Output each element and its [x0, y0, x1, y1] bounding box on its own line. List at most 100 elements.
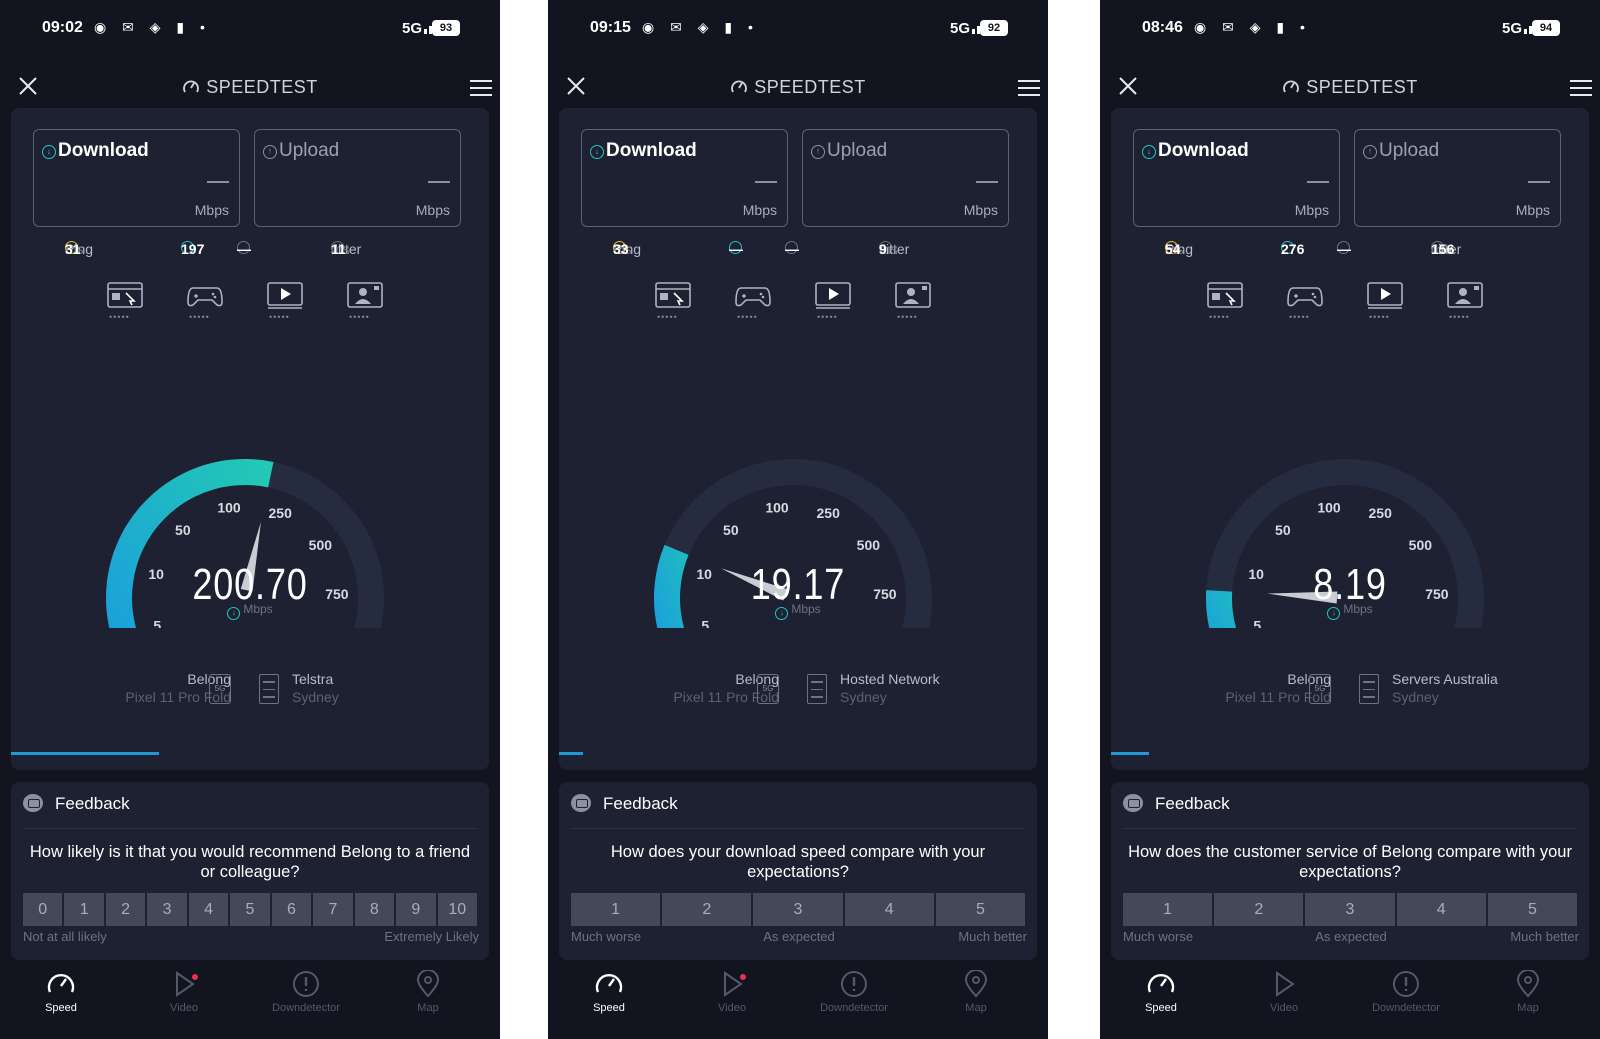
video-call-icon[interactable]: ••••• — [1447, 282, 1483, 322]
jitter-value: 156 — [1431, 241, 1455, 257]
rating-scale: 0 1 2 3 4 5 6 7 8 9 10 — [23, 893, 477, 926]
nav-speed[interactable]: Speed — [569, 970, 649, 1014]
battery-level: 93 — [432, 20, 460, 36]
server-info[interactable]: Telstra Sydney — [292, 671, 339, 705]
upload-label: Upload — [827, 140, 888, 161]
rating-option[interactable]: 4 — [844, 893, 934, 926]
download-box: ↓ Download Mbps — [33, 129, 240, 227]
rating-option[interactable]: 5 — [935, 893, 1026, 926]
status-bar: 08:46 ◉ ✉ ◈ ▮ • 5G 94 — [1100, 0, 1600, 56]
video-call-icon[interactable]: ••••• — [347, 282, 383, 322]
ping-idle: 31 — [65, 241, 81, 257]
rating-option[interactable]: 10 — [437, 893, 477, 926]
download-placeholder — [207, 181, 229, 183]
menu-icon[interactable] — [1018, 80, 1040, 96]
bottom-navigation: Speed Video Downdetector Map — [548, 962, 1048, 1039]
gauge-tick-label: 500 — [309, 537, 333, 553]
rating-option[interactable]: 1 — [64, 893, 104, 926]
video-streaming-icon[interactable]: ••••• — [815, 282, 851, 322]
server-city: Sydney — [840, 689, 887, 705]
feedback-title: Feedback — [603, 794, 678, 813]
server-icon — [259, 674, 279, 704]
nav-downdetector[interactable]: Downdetector — [266, 970, 346, 1014]
rating-option[interactable]: 2 — [662, 893, 752, 926]
speed-panel: ↓ Download Mbps ↑ Upload Mbps Ping ms 31 1… — [11, 108, 489, 770]
ping-download: — — [729, 241, 743, 257]
app-title: SPEEDTEST — [0, 77, 500, 98]
map-pin-icon — [964, 970, 988, 998]
ping-download: 276 — [1281, 241, 1305, 257]
speedtest-logo-icon — [183, 80, 200, 93]
rating-option[interactable]: 3 — [753, 893, 843, 926]
video-streaming-icon[interactable]: ••••• — [267, 282, 303, 322]
rating-option[interactable]: 1 — [1123, 893, 1213, 926]
nav-video[interactable]: Video — [692, 970, 772, 1014]
server-name: Servers Australia — [1392, 671, 1498, 687]
rating-option[interactable]: 2 — [105, 893, 146, 926]
upload-unit: Mbps — [1515, 202, 1550, 218]
nav-map[interactable]: Map — [1488, 970, 1568, 1014]
rating-option[interactable]: 4 — [188, 893, 229, 926]
rating-option[interactable]: 1 — [571, 893, 661, 926]
download-placeholder — [755, 181, 777, 183]
app-title-text: SPEEDTEST — [1306, 77, 1418, 97]
browsing-icon[interactable]: ••••• — [107, 282, 143, 322]
gauge-tick-label: 250 — [269, 505, 293, 521]
nav-video[interactable]: Video — [144, 970, 224, 1014]
menu-icon[interactable] — [470, 80, 492, 96]
nav-video[interactable]: Video — [1244, 970, 1324, 1014]
browsing-icon[interactable]: ••••• — [655, 282, 691, 322]
upload-unit: Mbps — [415, 202, 450, 218]
menu-icon[interactable] — [1570, 80, 1592, 96]
gaming-icon[interactable]: ••••• — [187, 282, 223, 322]
rating-option[interactable]: 6 — [271, 893, 312, 926]
video-call-icon[interactable]: ••••• — [895, 282, 931, 322]
speed-unit-text: Mbps — [791, 602, 821, 616]
speedtest-logo-icon — [731, 80, 748, 93]
notification-dot — [740, 974, 746, 980]
gaming-icon[interactable]: ••••• — [735, 282, 771, 322]
feedback-title: Feedback — [55, 794, 130, 813]
experience-icons: ••••• ••••• ••••• ••••• — [11, 282, 489, 326]
nav-downdetector[interactable]: Downdetector — [1366, 970, 1446, 1014]
nav-speed[interactable]: Speed — [21, 970, 101, 1014]
server-info[interactable]: Servers Australia Sydney — [1392, 671, 1498, 705]
download-placeholder — [1307, 181, 1329, 183]
rating-option[interactable]: 3 — [1305, 893, 1395, 926]
rating-option[interactable]: 5 — [230, 893, 270, 926]
ping-row: Ping ms 31 197 — Jitter ms 11 — [11, 241, 489, 261]
network-type: 5G — [1501, 20, 1522, 37]
bottom-navigation: Speed Video Downdetector Map — [0, 962, 500, 1039]
nav-downdetector[interactable]: Downdetector — [814, 970, 894, 1014]
nav-speed-label: Speed — [1145, 1002, 1177, 1014]
ping-idle: 33 — [613, 241, 629, 257]
upload-label: Upload — [279, 140, 340, 161]
server-icon — [1359, 674, 1379, 704]
rating-option[interactable]: 8 — [354, 893, 395, 926]
browsing-icon[interactable]: ••••• — [1207, 282, 1243, 322]
rating-option[interactable]: 2 — [1214, 893, 1304, 926]
notification-icons: ◉ ✉ ◈ ▮ • — [94, 19, 211, 35]
nav-map[interactable]: Map — [388, 970, 468, 1014]
rating-option[interactable]: 7 — [313, 893, 353, 926]
rating-option[interactable]: 4 — [1396, 893, 1486, 926]
app-title: SPEEDTEST — [1100, 77, 1600, 98]
speed-icon — [595, 974, 623, 993]
rating-option[interactable]: 9 — [396, 893, 436, 926]
upload-placeholder — [1528, 181, 1550, 183]
gauge-tick-label: 100 — [217, 499, 241, 515]
sim-5g-icon: 5G — [1309, 674, 1331, 704]
nav-map[interactable]: Map — [936, 970, 1016, 1014]
nav-downdetector-label: Downdetector — [272, 1002, 340, 1014]
video-streaming-icon[interactable]: ••••• — [1367, 282, 1403, 322]
nav-speed[interactable]: Speed — [1121, 970, 1201, 1014]
server-icon — [807, 674, 827, 704]
rating-option[interactable]: 0 — [23, 893, 63, 926]
gaming-icon[interactable]: ••••• — [1287, 282, 1323, 322]
download-unit: Mbps — [194, 202, 229, 218]
rating-option[interactable]: 5 — [1487, 893, 1578, 926]
rating-option[interactable]: 3 — [147, 893, 187, 926]
server-info[interactable]: Hosted Network Sydney — [840, 671, 940, 705]
bottom-navigation: Speed Video Downdetector Map — [1100, 962, 1600, 1039]
phone-screen: 08:46 ◉ ✉ ◈ ▮ • 5G 94 SPEEDTEST ↓ Downloa… — [1100, 0, 1600, 1039]
